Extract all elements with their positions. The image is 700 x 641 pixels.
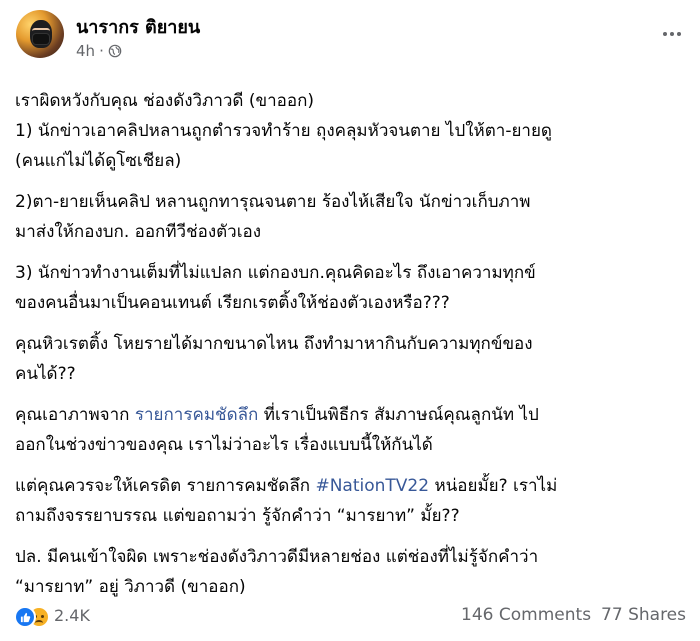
post-header: นารากร ติยายน 4h · [14,10,686,62]
post-line: (คนแก่ไม่ได้ดูโซเชียล) [15,146,685,176]
post-line: คุณเอาภาพจาก รายการคมชัดลึก ที่เราเป็นพิ… [15,400,685,430]
post-footer: 2.4K 146 Comments 77 Shares [14,598,686,632]
post-text: (คนแก่ไม่ได้ดูโซเชียล) [15,151,182,171]
dot-icon [677,32,681,36]
avatar-mask [33,34,49,44]
post-text: เราผิดหวังกับคุณ ช่องดังวิภาวดี (ขาออก) [15,91,314,111]
post-line: 1) นักข่าวเอาคลิปหลานถูกตำรวจทำร้าย ถุงค… [15,116,685,146]
post-line: 2)ตา-ยายเห็นคลิป หลานถูกทารุณจนตาย ร้องไ… [15,187,685,217]
sad-mouth [35,620,43,626]
post-paragraph: คุณหิวเรตติ้ง โหยรายได้มากขนาดไหน ถึงทำม… [15,329,685,389]
post-paragraph: แต่คุณควรจะให้เครดิต รายการคมชัดลึก #Nat… [15,471,685,531]
post-paragraph: เราผิดหวังกับคุณ ช่องดังวิภาวดี (ขาออก) 1… [15,86,685,176]
post-line: ถามถึงจรรยาบรรณ แต่ขอถามว่า รู้จักคำว่า … [15,501,685,531]
dot-icon [670,32,674,36]
post-text: ปล. มีคนเข้าใจผิด เพราะช่องดังวิภาวดีมีห… [15,547,539,567]
post-line: มาส่งให้กองบก. ออกทีวีช่องตัวเอง [15,217,685,247]
reactions-summary[interactable]: 2.4K [14,604,90,628]
post-paragraph: 3) นักข่าวทำงานเต็มที่ไม่แปลก แต่กองบก.ค… [15,258,685,318]
more-options-button[interactable] [660,22,684,46]
comments-count[interactable]: 146 Comments [461,605,591,625]
sad-eye [41,615,44,618]
post-line: ปล. มีคนเข้าใจผิด เพราะช่องดังวิภาวดีมีห… [15,542,685,572]
facebook-post: นารากร ติยายน 4h · เราผิดหวังกับคุณ ช่อง… [0,0,700,641]
post-text: มาส่งให้กองบก. ออกทีวีช่องตัวเอง [15,222,262,242]
post-line: คนได้?? [15,359,685,389]
avatar[interactable] [16,10,64,58]
post-text: ถามถึงจรรยาบรรณ แต่ขอถามว่า รู้จักคำว่า … [15,506,460,526]
shares-count[interactable]: 77 Shares [601,605,686,625]
post-time[interactable]: 4h [76,42,95,60]
post-line: แต่คุณควรจะให้เครดิต รายการคมชัดลึก #Nat… [15,471,685,501]
post-text: 2)ตา-ยายเห็นคลิป หลานถูกทารุณจนตาย ร้องไ… [15,192,531,212]
meta-separator: · [99,42,104,60]
like-icon [14,606,36,628]
globe-icon[interactable] [108,44,122,58]
post-line: คุณหิวเรตติ้ง โหยรายได้มากขนาดไหน ถึงทำม… [15,329,685,359]
post-text: “มารยาท” อยู่ วิภาวดี (ขาออก) [15,577,246,597]
post-text: คุณเอาภาพจาก [15,405,135,425]
reaction-count[interactable]: 2.4K [54,606,90,625]
post-text: ออกในช่วงข่าวของคุณ เราไม่ว่าอะไร เรื่อง… [15,435,433,455]
post-line: ออกในช่วงข่าวของคุณ เราไม่ว่าอะไร เรื่อง… [15,430,685,460]
post-line: ของคนอื่นมาเป็นคอนเทนต์ เรียกเรตติ้งให้ช… [15,288,685,318]
post-text: 3) นักข่าวทำงานเต็มที่ไม่แปลก แต่กองบก.ค… [15,263,536,283]
post-paragraph: 2)ตา-ยายเห็นคลิป หลานถูกทารุณจนตาย ร้องไ… [15,187,685,247]
post-text: คุณหิวเรตติ้ง โหยรายได้มากขนาดไหน ถึงทำม… [15,334,533,354]
post-line: 3) นักข่าวทำงานเต็มที่ไม่แปลก แต่กองบก.ค… [15,258,685,288]
post-text: ของคนอื่นมาเป็นคอนเทนต์ เรียกเรตติ้งให้ช… [15,293,450,313]
reaction-icons [14,604,50,628]
post-line: เราผิดหวังกับคุณ ช่องดังวิภาวดี (ขาออก) [15,86,685,116]
page-link[interactable]: รายการคมชัดลึก [135,405,258,425]
post-meta: 4h · [76,42,122,60]
post-text: คนได้?? [15,364,76,384]
post-stats: 146 Comments 77 Shares [461,605,686,625]
post-text: 1) นักข่าวเอาคลิปหลานถูกตำรวจทำร้าย ถุงค… [15,121,552,141]
dot-icon [663,32,667,36]
post-paragraph: คุณเอาภาพจาก รายการคมชัดลึก ที่เราเป็นพิ… [15,400,685,460]
post-paragraph: ปล. มีคนเข้าใจผิด เพราะช่องดังวิภาวดีมีห… [15,542,685,602]
hashtag-link[interactable]: #NationTV22 [315,476,429,496]
post-text: แต่คุณควรจะให้เครดิต รายการคมชัดลึก [15,476,316,496]
post-body: เราผิดหวังกับคุณ ช่องดังวิภาวดี (ขาออก) 1… [15,86,685,602]
post-text: ที่เราเป็นพิธีกร สัมภาษณ์คุณลูกนัท ไป [258,405,539,425]
author-name[interactable]: นารากร ติยายน [76,12,200,41]
post-text: หน่อยมั้ย? เราไม่ [429,476,558,496]
